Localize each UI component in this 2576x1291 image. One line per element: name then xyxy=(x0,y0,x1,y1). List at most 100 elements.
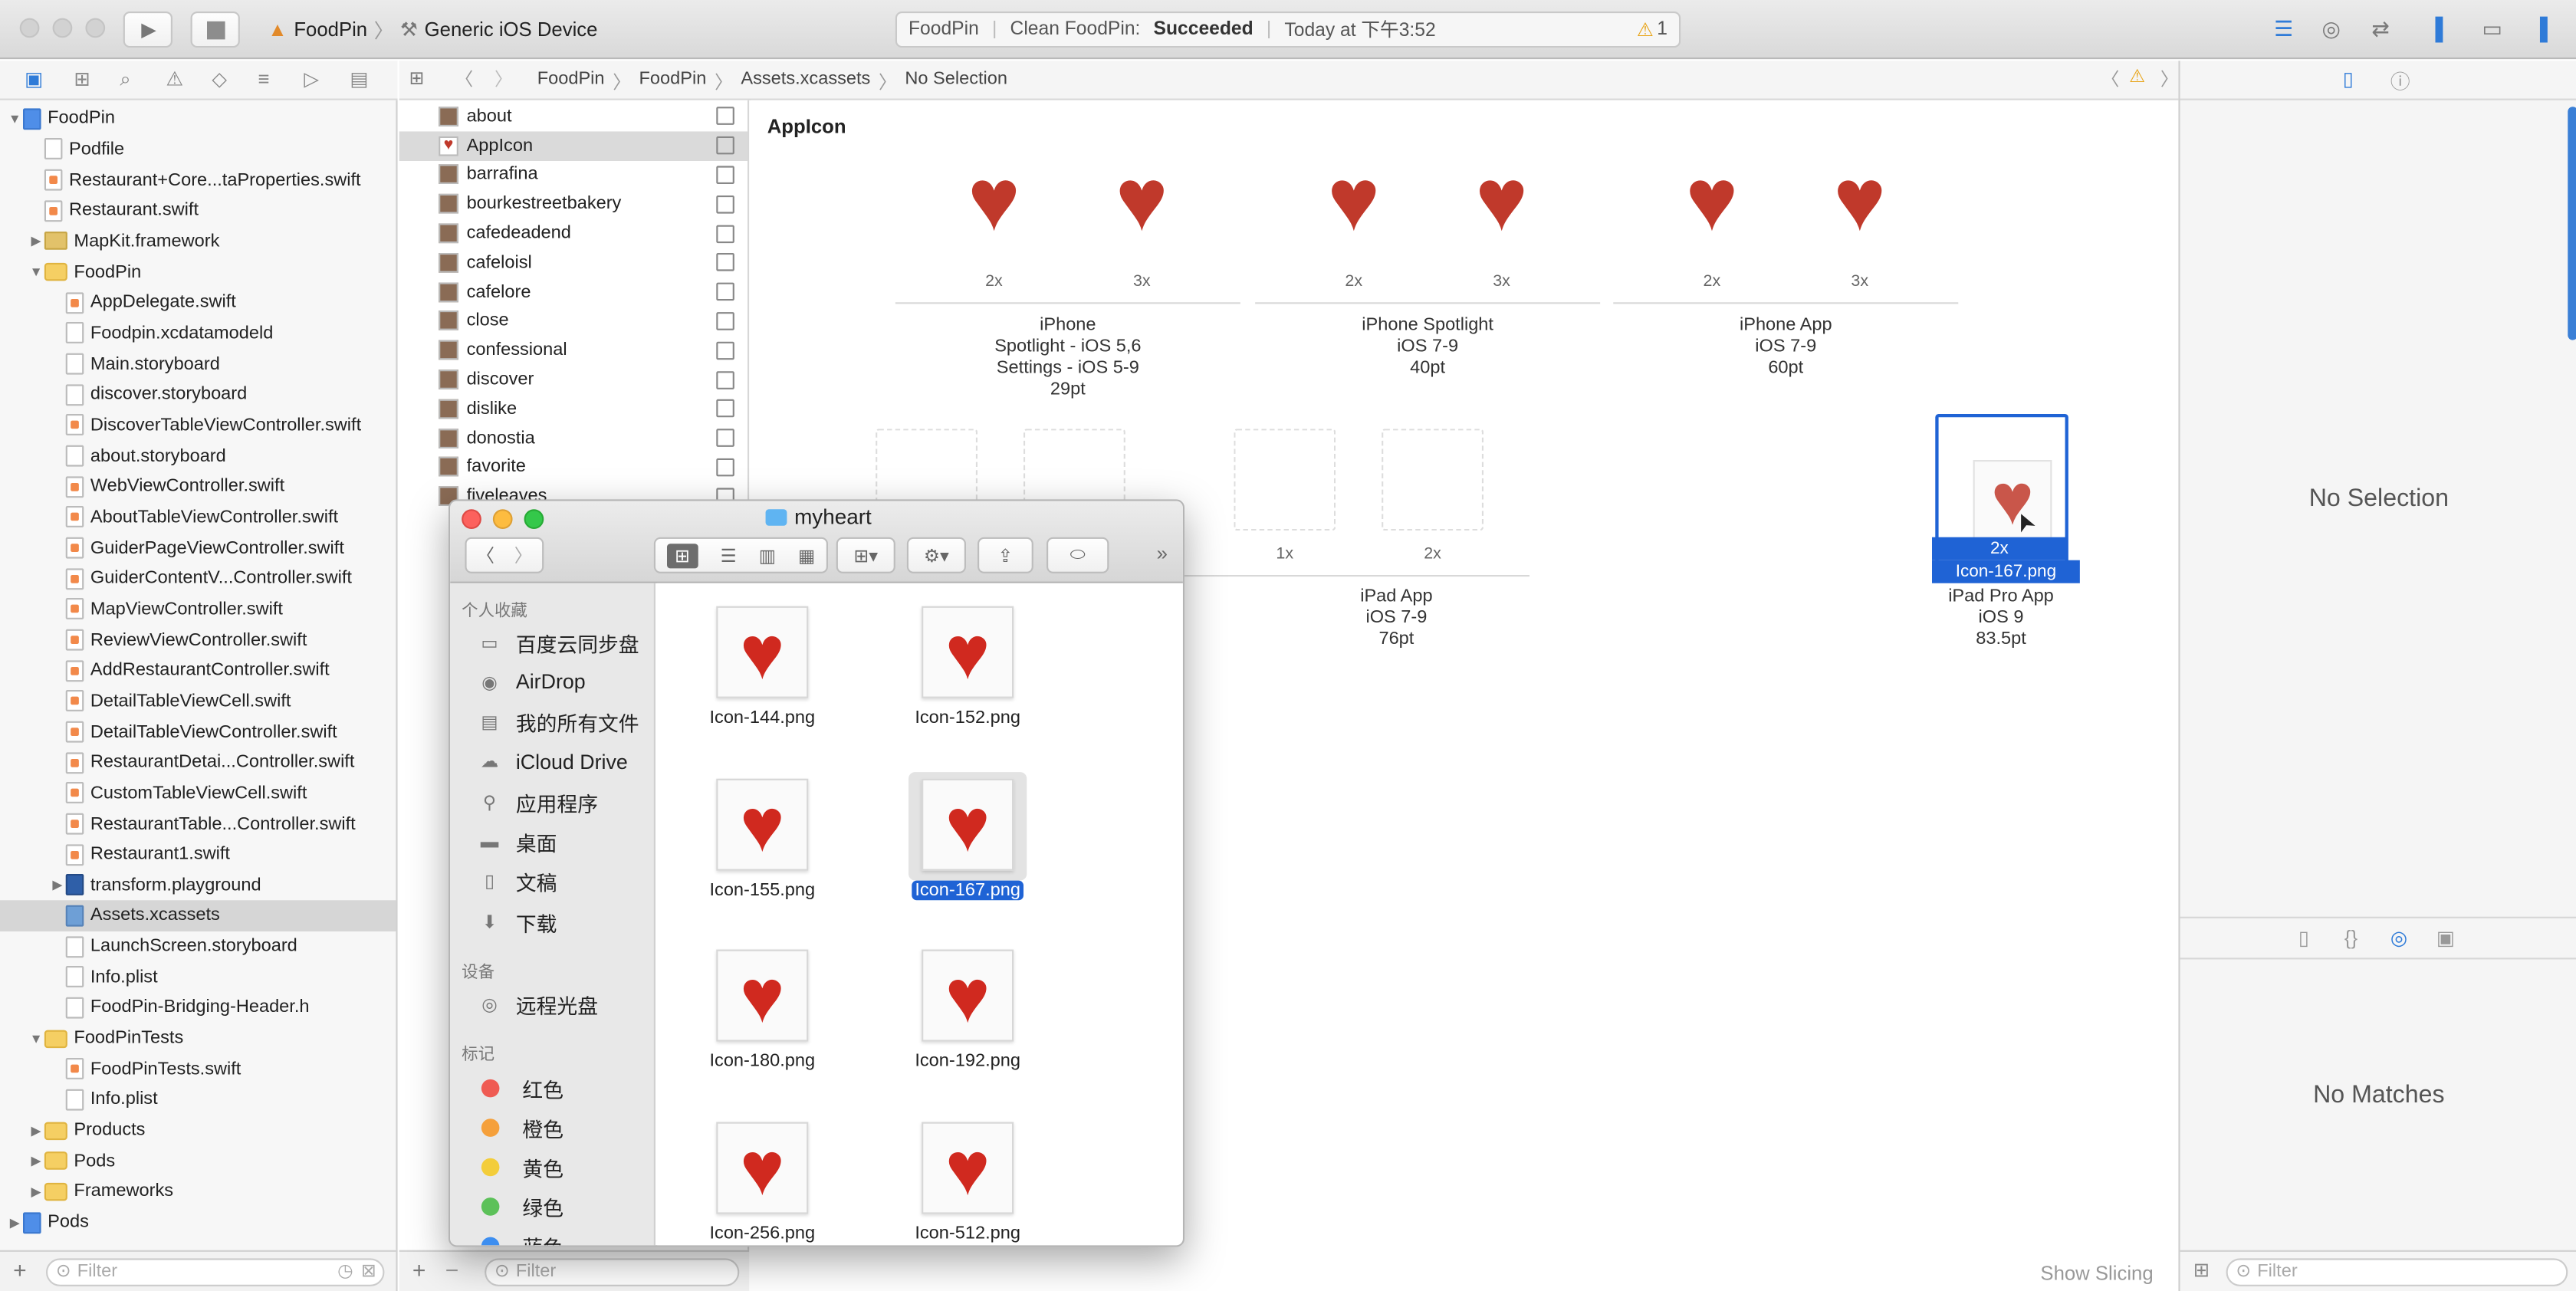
recent-files-icon[interactable]: ◷ xyxy=(337,1260,353,1285)
file-name-label[interactable]: Icon-512.png xyxy=(877,1223,1058,1243)
sidebar-favorite-item[interactable]: ⚲ 应用程序 xyxy=(450,782,654,821)
breadcrumb-assets[interactable]: Assets.xcassets xyxy=(741,69,870,95)
finder-back-button[interactable]: 〈 xyxy=(467,542,504,568)
toggle-navigator-icon[interactable]: ▌ xyxy=(2423,13,2463,46)
library-filter-field[interactable]: ⊙ Filter xyxy=(2226,1258,2568,1286)
icon-slot[interactable] xyxy=(1234,429,1336,531)
asset-filter-field[interactable]: ⊙ Filter xyxy=(485,1258,740,1286)
png-file-icon[interactable]: ♥ xyxy=(716,777,809,870)
disclosure-triangle-icon[interactable]: ▶ xyxy=(49,878,65,892)
navigator-item[interactable]: GuiderContentV...Controller.swift xyxy=(0,563,396,594)
navigator-filter-field[interactable]: ⊙ Filter ◷ ⊠ xyxy=(46,1258,385,1286)
asset-item[interactable]: donostia xyxy=(399,423,748,452)
navigator-item[interactable]: AboutTableViewController.swift xyxy=(0,502,396,533)
related-items-icon[interactable]: ⊞ xyxy=(409,67,425,89)
asset-item[interactable]: dislike xyxy=(399,394,748,423)
navigator-item[interactable]: Info.plist xyxy=(0,1085,396,1115)
navigator-item[interactable]: FoodPin-Bridging-Header.h xyxy=(0,993,396,1023)
stop-button[interactable] xyxy=(190,11,240,48)
disclosure-triangle-icon[interactable]: ▶ xyxy=(28,1154,44,1168)
breadcrumb-project[interactable]: FoodPin xyxy=(537,69,605,95)
asset-item[interactable]: cafelore xyxy=(399,278,748,307)
navigator-item[interactable]: LaunchScreen.storyboard xyxy=(0,931,396,962)
app-icon-heart[interactable]: ♥ xyxy=(956,156,1032,245)
forward-button[interactable]: 〉 xyxy=(495,66,513,92)
navigator-item[interactable]: DiscoverTableViewController.swift xyxy=(0,410,396,441)
scheme-selector[interactable]: ▲ FoodPin 〉 ⚒ Generic iOS Device xyxy=(256,11,609,48)
minimize-window-button[interactable] xyxy=(52,18,73,38)
next-issue-icon[interactable]: 〉 xyxy=(2160,66,2179,92)
sidebar-favorite-item[interactable]: ⬇ 下载 xyxy=(450,902,654,941)
file-name-label[interactable]: Icon-155.png xyxy=(672,880,853,900)
find-navigator-icon[interactable]: ⌕ xyxy=(120,67,130,92)
breadcrumb-selection[interactable]: No Selection xyxy=(905,69,1007,95)
file-name-label[interactable]: Icon-167.png xyxy=(877,879,1058,900)
navigator-item[interactable]: Info.plist xyxy=(0,962,396,993)
navigator-item[interactable]: FoodPinTests.swift xyxy=(0,1054,396,1085)
sidebar-tag-item[interactable]: 绿色 xyxy=(450,1187,654,1226)
app-icon-heart[interactable]: ♥ xyxy=(1316,156,1392,245)
sidebar-favorite-item[interactable]: ☁ iCloud Drive xyxy=(450,742,654,781)
asset-item[interactable]: bourkestreetbakery xyxy=(399,189,748,218)
toolbar-overflow-icon[interactable]: » xyxy=(1157,542,1168,565)
file-name-label[interactable]: Icon-144.png xyxy=(672,708,853,728)
breakpoint-navigator-icon[interactable]: ▷ xyxy=(304,67,319,90)
navigator-item[interactable]: DetailTableViewCell.swift xyxy=(0,686,396,717)
report-navigator-icon[interactable]: ▤ xyxy=(350,67,368,90)
navigator-item[interactable]: Podfile xyxy=(0,134,396,165)
navigator-item[interactable]: GuiderPageViewController.swift xyxy=(0,533,396,563)
finder-forward-button[interactable]: 〉 xyxy=(504,542,542,568)
disclosure-triangle-icon[interactable]: ▶ xyxy=(28,234,44,248)
app-icon-heart[interactable]: ♥ xyxy=(1464,156,1539,245)
issue-navigator-icon[interactable]: ⚠ xyxy=(166,67,183,90)
disclosure-triangle-icon[interactable]: ▶ xyxy=(28,1123,44,1138)
project-navigator-icon[interactable]: ▣ xyxy=(25,67,43,90)
assistant-editor-icon[interactable]: ◎ xyxy=(2312,13,2351,46)
navigator-item[interactable]: ReviewViewController.swift xyxy=(0,625,396,655)
asset-item[interactable]: cafedeadend xyxy=(399,218,748,248)
column-view-icon[interactable]: ▥ xyxy=(759,544,776,567)
source-control-filter-icon[interactable]: ⊠ xyxy=(361,1260,376,1285)
navigator-item[interactable]: Restaurant+Core...taProperties.swift xyxy=(0,165,396,195)
previous-issue-icon[interactable]: 〈 xyxy=(2101,66,2120,92)
code-snippet-library-icon[interactable]: {} xyxy=(2344,927,2358,950)
media-library-icon[interactable]: ▣ xyxy=(2436,927,2455,950)
app-icon-heart[interactable]: ♥ xyxy=(1822,156,1898,245)
file-template-library-icon[interactable]: ▯ xyxy=(2298,927,2309,950)
standard-editor-icon[interactable]: ☰ xyxy=(2264,13,2303,46)
asset-item[interactable]: close xyxy=(399,307,748,336)
sidebar-favorite-item[interactable]: ▬ 桌面 xyxy=(450,823,654,862)
icon-slot[interactable] xyxy=(1382,429,1484,531)
navigator-item[interactable]: ▶ transform.playground xyxy=(0,870,396,901)
app-icon-heart[interactable]: ♥ xyxy=(1674,156,1750,245)
jump-warning-icon[interactable]: ⚠ xyxy=(2129,66,2145,87)
file-name-label[interactable]: Icon-256.png xyxy=(672,1223,853,1243)
navigator-item[interactable]: DetailTableViewController.swift xyxy=(0,717,396,747)
sidebar-favorite-item[interactable]: ▭ 百度云同步盘 xyxy=(450,623,654,662)
symbol-navigator-icon[interactable]: ⊞ xyxy=(74,67,90,90)
navigator-item[interactable]: Restaurant1.swift xyxy=(0,839,396,870)
zoom-window-button[interactable] xyxy=(85,18,106,38)
navigator-item[interactable]: ▶ Pods xyxy=(0,1207,396,1237)
disclosure-triangle-icon[interactable]: ▼ xyxy=(28,264,44,279)
png-file-icon[interactable]: ♥ xyxy=(922,606,1014,698)
disclosure-triangle-icon[interactable]: ▶ xyxy=(28,1184,44,1199)
sidebar-favorite-item[interactable]: ▯ 文稿 xyxy=(450,862,654,902)
navigator-item[interactable]: AddRestaurantController.swift xyxy=(0,655,396,686)
icon-view-icon[interactable]: ⊞ xyxy=(666,543,698,568)
sidebar-favorite-item[interactable]: ▤ 我的所有文件 xyxy=(450,702,654,741)
arrange-button[interactable]: ⊞▾ xyxy=(836,537,895,573)
share-button[interactable]: ⇪ xyxy=(978,537,1033,573)
file-inspector-icon[interactable]: ▯ xyxy=(2343,67,2354,90)
navigator-item[interactable]: WebViewController.swift xyxy=(0,471,396,502)
close-window-button[interactable] xyxy=(19,18,40,38)
sidebar-tag-item[interactable]: 黄色 xyxy=(450,1148,654,1187)
back-button[interactable]: 〈 xyxy=(455,66,474,92)
sidebar-device-item[interactable]: ◎ 远程光盘 xyxy=(450,984,654,1023)
asset-item[interactable]: discover xyxy=(399,365,748,394)
sidebar-tag-item[interactable]: 橙色 xyxy=(450,1108,654,1147)
action-button[interactable]: ⚙▾ xyxy=(906,537,966,573)
asset-item[interactable]: ♥ AppIcon xyxy=(399,130,748,161)
add-asset-icon[interactable]: + xyxy=(412,1257,426,1283)
png-file-icon[interactable]: ♥ xyxy=(922,1121,1014,1214)
